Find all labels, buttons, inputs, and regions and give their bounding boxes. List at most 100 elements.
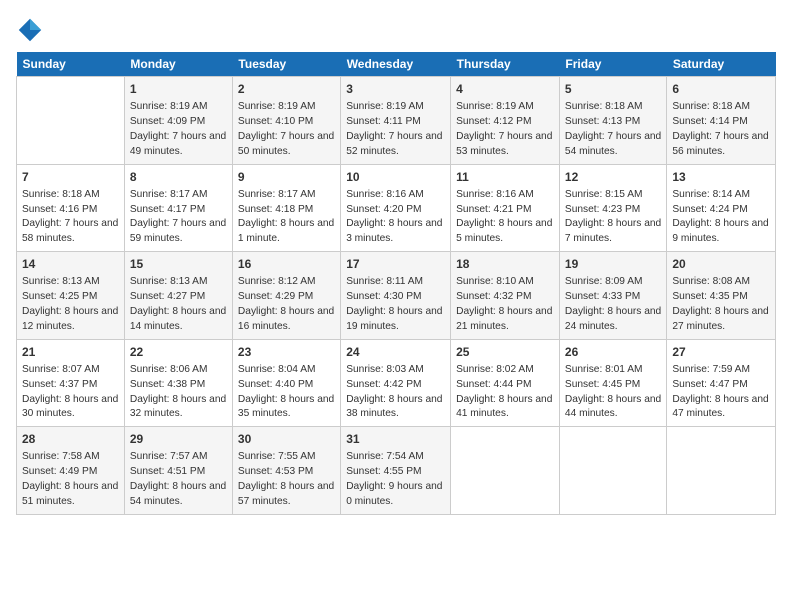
sunrise-text: Sunrise: 8:19 AM (456, 101, 534, 112)
sunrise-text: Sunrise: 8:03 AM (346, 364, 424, 375)
daylight-text: Daylight: 8 hours and 16 minutes. (238, 306, 334, 332)
day-number: 26 (565, 344, 661, 361)
sunset-text: Sunset: 4:47 PM (672, 379, 747, 390)
day-cell: 27Sunrise: 7:59 AMSunset: 4:47 PMDayligh… (667, 339, 776, 427)
sunrise-text: Sunrise: 8:02 AM (456, 364, 534, 375)
week-row-3: 14Sunrise: 8:13 AMSunset: 4:25 PMDayligh… (17, 252, 776, 340)
col-header-monday: Monday (124, 52, 232, 77)
daylight-text: Daylight: 8 hours and 47 minutes. (672, 394, 768, 420)
day-cell: 13Sunrise: 8:14 AMSunset: 4:24 PMDayligh… (667, 164, 776, 252)
sunset-text: Sunset: 4:13 PM (565, 116, 640, 127)
day-cell (451, 427, 560, 515)
sunrise-text: Sunrise: 8:09 AM (565, 276, 643, 287)
sunset-text: Sunset: 4:37 PM (22, 379, 97, 390)
day-cell: 4Sunrise: 8:19 AMSunset: 4:12 PMDaylight… (451, 77, 560, 165)
day-cell: 29Sunrise: 7:57 AMSunset: 4:51 PMDayligh… (124, 427, 232, 515)
day-cell: 18Sunrise: 8:10 AMSunset: 4:32 PMDayligh… (451, 252, 560, 340)
sunrise-text: Sunrise: 8:17 AM (238, 189, 316, 200)
sunrise-text: Sunrise: 8:10 AM (456, 276, 534, 287)
sunrise-text: Sunrise: 8:16 AM (346, 189, 424, 200)
day-number: 7 (22, 169, 119, 186)
sunrise-text: Sunrise: 8:07 AM (22, 364, 100, 375)
sunrise-text: Sunrise: 8:14 AM (672, 189, 750, 200)
sunrise-text: Sunrise: 8:19 AM (130, 101, 208, 112)
daylight-text: Daylight: 7 hours and 52 minutes. (346, 131, 442, 157)
daylight-text: Daylight: 7 hours and 50 minutes. (238, 131, 334, 157)
sunrise-text: Sunrise: 8:01 AM (565, 364, 643, 375)
day-number: 29 (130, 431, 227, 448)
day-cell (559, 427, 666, 515)
daylight-text: Daylight: 8 hours and 41 minutes. (456, 394, 552, 420)
sunset-text: Sunset: 4:44 PM (456, 379, 531, 390)
day-number: 9 (238, 169, 335, 186)
day-number: 1 (130, 81, 227, 98)
logo-icon (16, 16, 44, 44)
daylight-text: Daylight: 7 hours and 49 minutes. (130, 131, 226, 157)
sunset-text: Sunset: 4:32 PM (456, 291, 531, 302)
sunrise-text: Sunrise: 7:57 AM (130, 451, 208, 462)
day-number: 21 (22, 344, 119, 361)
daylight-text: Daylight: 8 hours and 35 minutes. (238, 394, 334, 420)
day-number: 28 (22, 431, 119, 448)
day-number: 3 (346, 81, 445, 98)
day-number: 31 (346, 431, 445, 448)
day-number: 14 (22, 256, 119, 273)
day-cell: 20Sunrise: 8:08 AMSunset: 4:35 PMDayligh… (667, 252, 776, 340)
day-cell: 6Sunrise: 8:18 AMSunset: 4:14 PMDaylight… (667, 77, 776, 165)
calendar-table: SundayMondayTuesdayWednesdayThursdayFrid… (16, 52, 776, 515)
day-number: 8 (130, 169, 227, 186)
day-cell: 25Sunrise: 8:02 AMSunset: 4:44 PMDayligh… (451, 339, 560, 427)
sunset-text: Sunset: 4:18 PM (238, 204, 313, 215)
sunrise-text: Sunrise: 8:18 AM (565, 101, 643, 112)
sunset-text: Sunset: 4:30 PM (346, 291, 421, 302)
daylight-text: Daylight: 8 hours and 19 minutes. (346, 306, 442, 332)
sunset-text: Sunset: 4:17 PM (130, 204, 205, 215)
day-number: 10 (346, 169, 445, 186)
col-header-sunday: Sunday (17, 52, 125, 77)
col-header-tuesday: Tuesday (232, 52, 340, 77)
sunrise-text: Sunrise: 8:13 AM (130, 276, 208, 287)
daylight-text: Daylight: 7 hours and 53 minutes. (456, 131, 552, 157)
sunset-text: Sunset: 4:42 PM (346, 379, 421, 390)
sunrise-text: Sunrise: 8:18 AM (22, 189, 100, 200)
sunset-text: Sunset: 4:29 PM (238, 291, 313, 302)
daylight-text: Daylight: 7 hours and 59 minutes. (130, 218, 226, 244)
sunset-text: Sunset: 4:35 PM (672, 291, 747, 302)
sunrise-text: Sunrise: 8:13 AM (22, 276, 100, 287)
day-cell (667, 427, 776, 515)
sunrise-text: Sunrise: 8:06 AM (130, 364, 208, 375)
day-cell (17, 77, 125, 165)
week-row-2: 7Sunrise: 8:18 AMSunset: 4:16 PMDaylight… (17, 164, 776, 252)
daylight-text: Daylight: 8 hours and 3 minutes. (346, 218, 442, 244)
day-number: 13 (672, 169, 770, 186)
day-cell: 10Sunrise: 8:16 AMSunset: 4:20 PMDayligh… (341, 164, 451, 252)
sunset-text: Sunset: 4:14 PM (672, 116, 747, 127)
sunset-text: Sunset: 4:10 PM (238, 116, 313, 127)
day-cell: 31Sunrise: 7:54 AMSunset: 4:55 PMDayligh… (341, 427, 451, 515)
sunrise-text: Sunrise: 8:11 AM (346, 276, 423, 287)
day-cell: 3Sunrise: 8:19 AMSunset: 4:11 PMDaylight… (341, 77, 451, 165)
sunrise-text: Sunrise: 8:15 AM (565, 189, 643, 200)
daylight-text: Daylight: 8 hours and 1 minute. (238, 218, 334, 244)
daylight-text: Daylight: 8 hours and 21 minutes. (456, 306, 552, 332)
day-cell: 7Sunrise: 8:18 AMSunset: 4:16 PMDaylight… (17, 164, 125, 252)
day-number: 24 (346, 344, 445, 361)
day-number: 11 (456, 169, 554, 186)
day-cell: 30Sunrise: 7:55 AMSunset: 4:53 PMDayligh… (232, 427, 340, 515)
daylight-text: Daylight: 8 hours and 38 minutes. (346, 394, 442, 420)
sunrise-text: Sunrise: 7:58 AM (22, 451, 100, 462)
day-number: 23 (238, 344, 335, 361)
logo (16, 16, 48, 44)
sunrise-text: Sunrise: 7:55 AM (238, 451, 316, 462)
daylight-text: Daylight: 8 hours and 30 minutes. (22, 394, 118, 420)
sunset-text: Sunset: 4:09 PM (130, 116, 205, 127)
sunset-text: Sunset: 4:38 PM (130, 379, 205, 390)
day-cell: 26Sunrise: 8:01 AMSunset: 4:45 PMDayligh… (559, 339, 666, 427)
sunset-text: Sunset: 4:55 PM (346, 466, 421, 477)
col-header-friday: Friday (559, 52, 666, 77)
day-cell: 11Sunrise: 8:16 AMSunset: 4:21 PMDayligh… (451, 164, 560, 252)
day-number: 30 (238, 431, 335, 448)
day-number: 5 (565, 81, 661, 98)
daylight-text: Daylight: 7 hours and 58 minutes. (22, 218, 118, 244)
sunset-text: Sunset: 4:27 PM (130, 291, 205, 302)
